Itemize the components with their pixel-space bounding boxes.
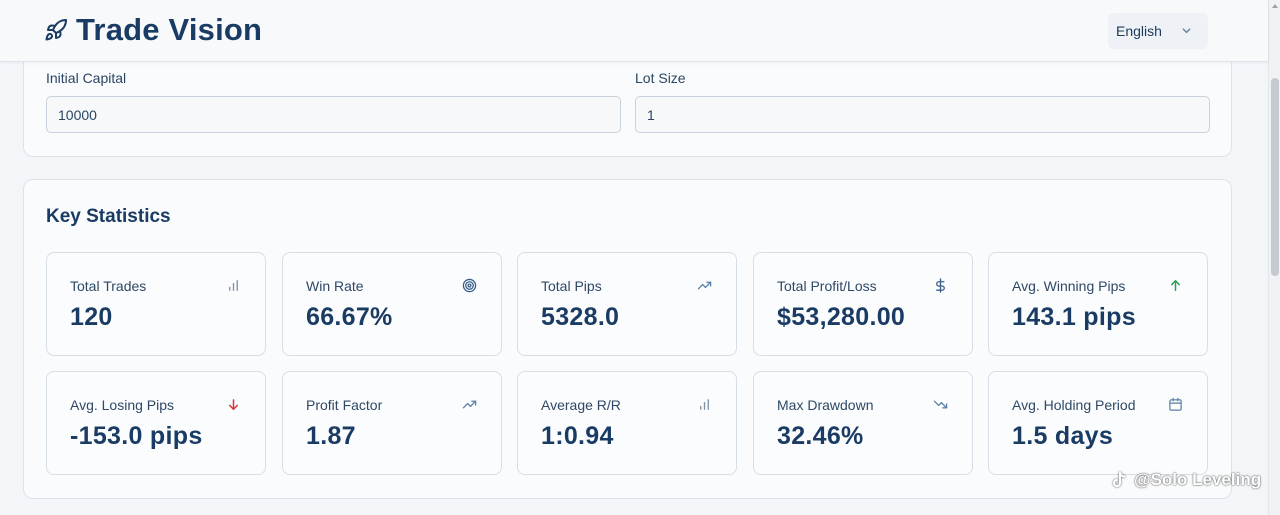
watermark: @Solo Leveling [1110, 470, 1261, 490]
page-scrollbar[interactable] [1268, 0, 1280, 515]
stat-value: 5328.0 [541, 303, 620, 331]
app-title: Trade Vision [76, 12, 263, 47]
initial-capital-label: Initial Capital [46, 70, 127, 86]
bar-chart-icon [229, 280, 238, 291]
stat-value: $53,280.00 [777, 303, 906, 331]
stat-card-avg-holding-period: Avg. Holding Period 1.5 days [988, 371, 1208, 475]
stat-card-profit-factor: Profit Factor 1.87 [282, 371, 502, 475]
stat-label: Total Pips [541, 278, 602, 294]
stat-label: Total Profit/Loss [777, 278, 877, 294]
stat-card-average-rr: Average R/R 1:0.94 [517, 371, 737, 475]
dollar-icon [936, 278, 945, 293]
stat-value: 120 [70, 303, 113, 331]
trending-up-icon [462, 400, 477, 409]
lot-size-input[interactable]: 1 [635, 96, 1210, 133]
stat-value: 1:0.94 [541, 422, 614, 450]
stat-value: 1.87 [306, 422, 356, 450]
stat-card-avg-losing-pips: Avg. Losing Pips -153.0 pips [46, 371, 266, 475]
stat-card-max-drawdown: Max Drawdown 32.46% [753, 371, 973, 475]
stat-card-total-profit-loss: Total Profit/Loss $53,280.00 [753, 252, 973, 356]
stat-label: Profit Factor [306, 397, 383, 413]
stat-label: Avg. Holding Period [1012, 397, 1136, 413]
language-select[interactable]: English [1108, 13, 1208, 49]
language-select-value: English [1116, 23, 1162, 39]
scrollbar-thumb[interactable] [1271, 78, 1279, 276]
key-statistics-card: Key Statistics Total Trades 120 Win Rate… [23, 179, 1232, 499]
stat-card-avg-winning-pips: Avg. Winning Pips 143.1 pips [988, 252, 1208, 356]
watermark-text: @Solo Leveling [1134, 470, 1262, 489]
stat-value: 32.46% [777, 422, 864, 450]
stat-label: Total Trades [70, 278, 147, 294]
stat-label: Win Rate [306, 278, 364, 294]
stat-card-total-trades: Total Trades 120 [46, 252, 266, 356]
stat-card-win-rate: Win Rate 66.67% [282, 252, 502, 356]
trending-up-icon [697, 281, 712, 290]
chevron-down-icon [1182, 28, 1191, 34]
initial-capital-input[interactable]: 10000 [46, 96, 621, 133]
rocket-icon [45, 18, 67, 41]
tiktok-logo-icon [1113, 472, 1126, 487]
stat-value: -153.0 pips [70, 422, 203, 450]
calendar-icon [1169, 397, 1182, 411]
stat-label: Avg. Losing Pips [70, 397, 175, 413]
stat-label: Avg. Winning Pips [1012, 278, 1126, 294]
stat-label: Average R/R [541, 397, 621, 413]
lot-size-label: Lot Size [635, 70, 686, 86]
scroll-up-arrow-icon[interactable] [1272, 4, 1278, 8]
arrow-down-icon [229, 399, 238, 410]
bar-chart-icon [700, 399, 709, 410]
app-header: Trade Vision English [0, 0, 1268, 62]
target-icon [462, 278, 477, 293]
trending-down-icon [933, 400, 948, 409]
arrow-up-icon [1171, 280, 1180, 291]
stat-label: Max Drawdown [777, 397, 874, 413]
stat-value: 1.5 days [1012, 422, 1114, 450]
stat-card-total-pips: Total Pips 5328.0 [517, 252, 737, 356]
stat-value: 66.67% [306, 303, 393, 331]
stat-value: 143.1 pips [1012, 303, 1136, 331]
brand[interactable]: Trade Vision [44, 12, 262, 48]
key-statistics-title: Key Statistics [46, 206, 171, 227]
